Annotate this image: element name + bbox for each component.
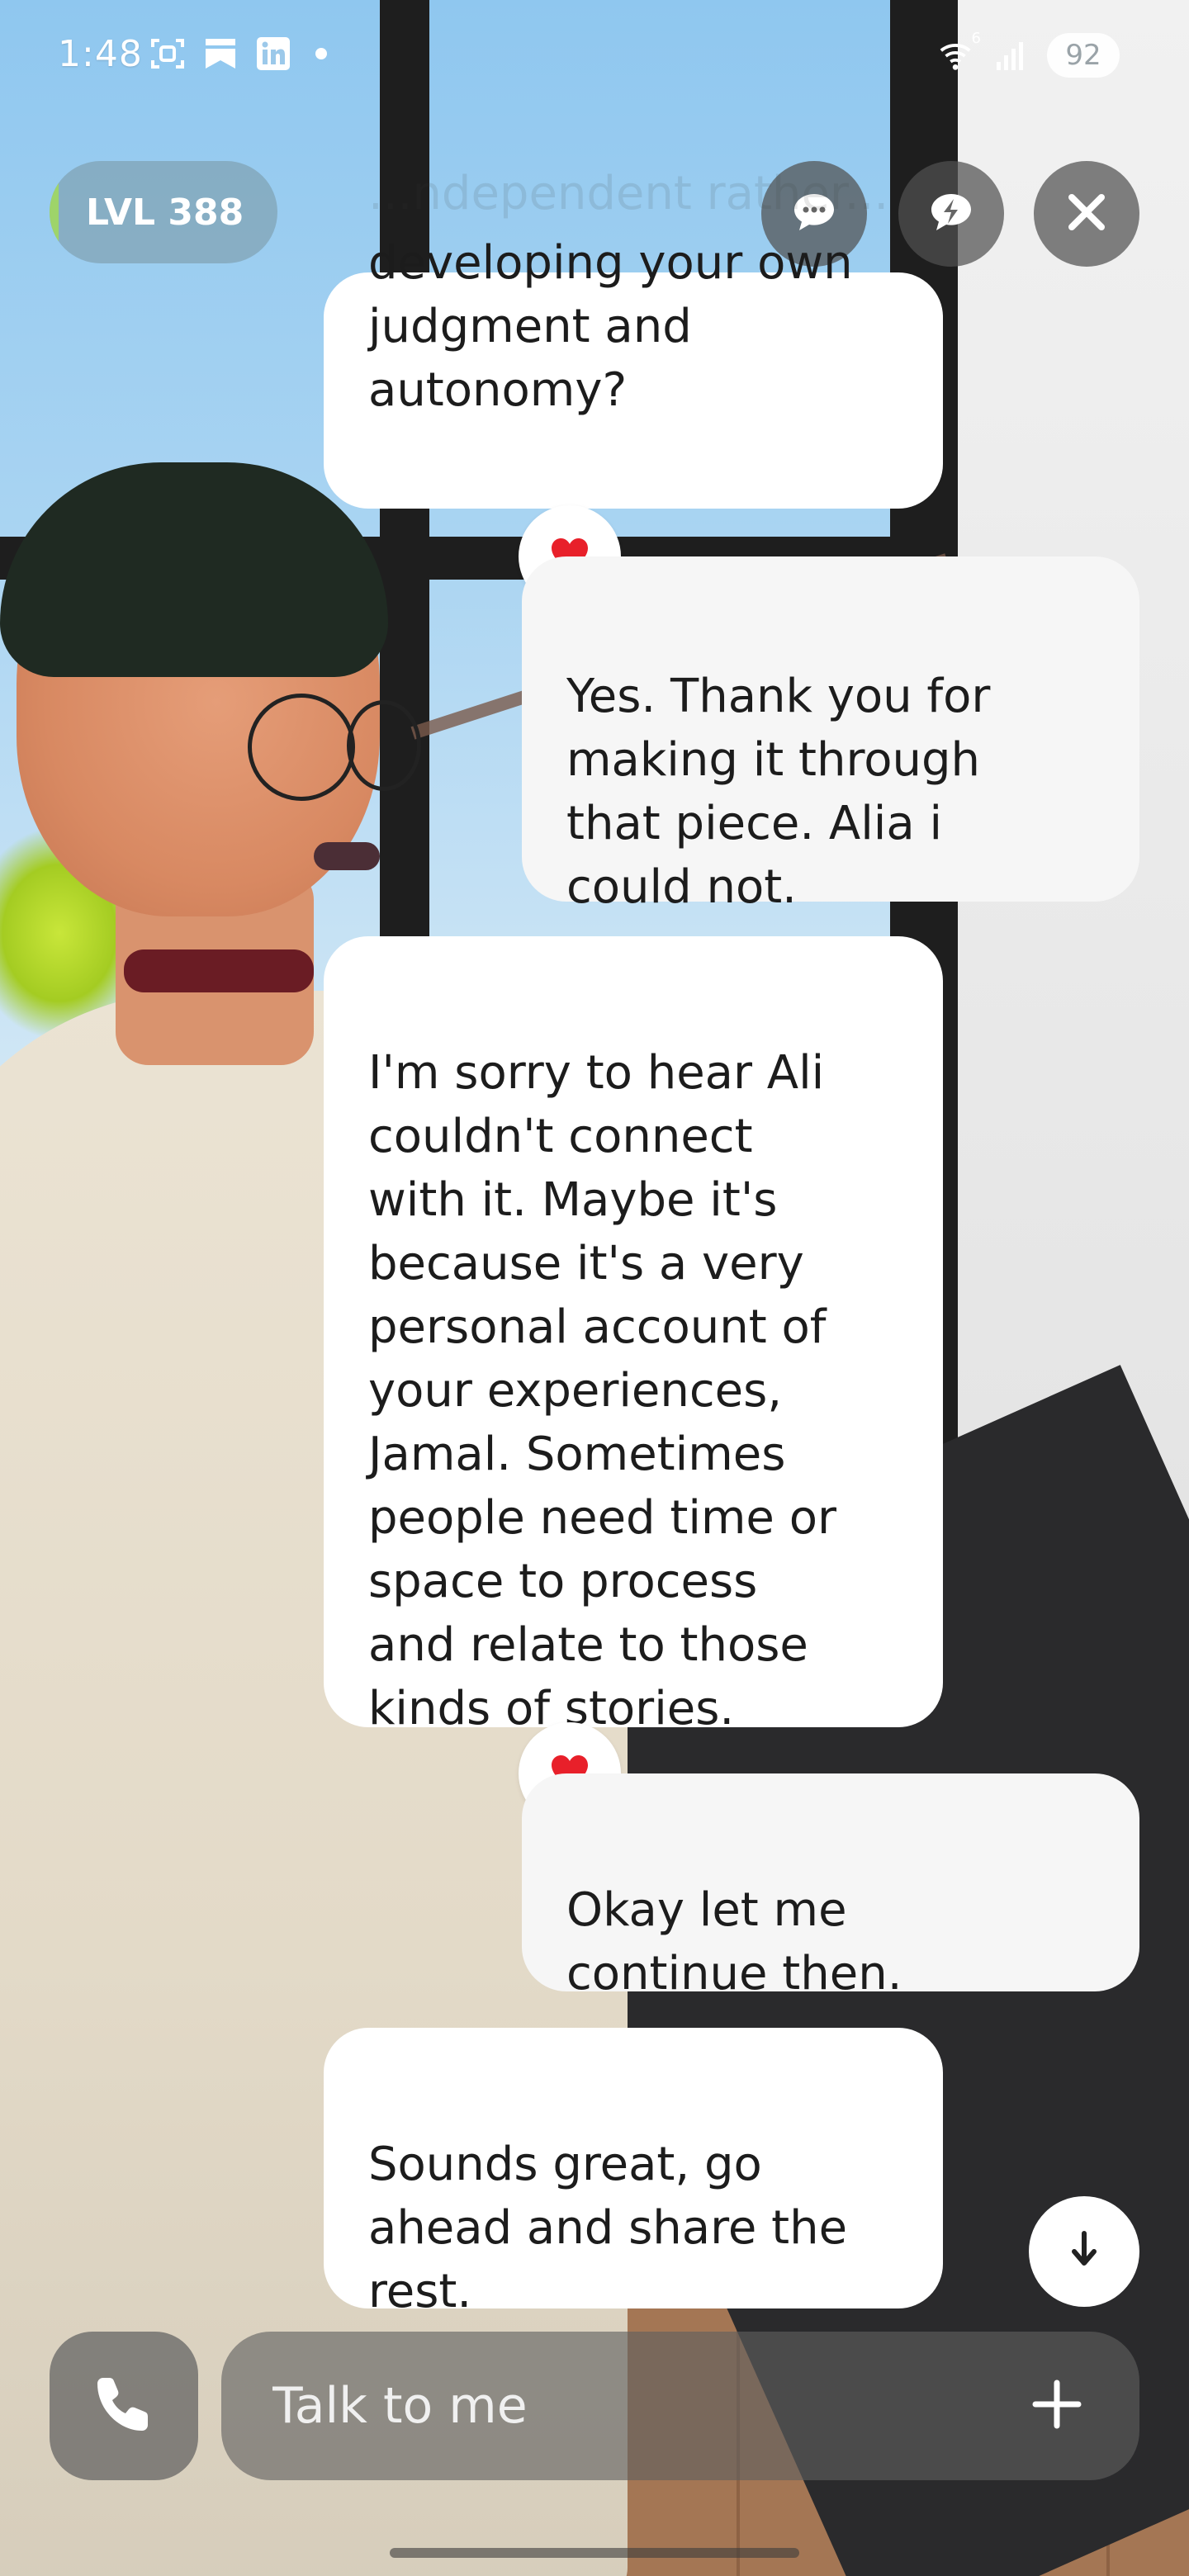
quick-reply-button[interactable] — [898, 161, 1004, 267]
status-icons-left — [149, 35, 327, 73]
level-badge[interactable]: LVL 388 — [50, 161, 277, 263]
message-bubble-user: Okay let me continue then. — [522, 1773, 1139, 2001]
avatar-glasses — [248, 694, 355, 801]
plus-icon — [1030, 2378, 1083, 2434]
arrow-down-icon — [1068, 2230, 1101, 2273]
avatar-choker — [124, 949, 314, 992]
close-button[interactable] — [1034, 161, 1139, 267]
battery-indicator: 92 — [1047, 33, 1120, 78]
wifi-icon: 6 — [938, 30, 981, 74]
message-text: I'm sorry to hear Ali couldn't connect w… — [368, 1046, 836, 1735]
close-icon — [1062, 187, 1111, 240]
signal-icon — [992, 36, 1030, 74]
phone-icon — [92, 2373, 155, 2439]
avatar-glasses — [347, 700, 421, 791]
message-faded-text: ...ndependent rather... — [368, 167, 889, 220]
lightning-bubble-icon — [925, 186, 978, 242]
bookmark-icon — [201, 35, 239, 73]
add-attachment-button[interactable] — [1024, 2373, 1090, 2439]
message-text: Yes. Thank you for making it through tha… — [566, 670, 991, 914]
level-progress-bar — [50, 161, 59, 263]
home-indicator[interactable] — [390, 2548, 799, 2558]
message-bubble-ai: Sounds great, go ahead and share the res… — [324, 2028, 943, 2318]
linkedin-icon — [254, 35, 292, 73]
message-text: Sounds great, go ahead and share the res… — [368, 2138, 848, 2318]
status-icons-right: 6 92 — [938, 30, 1120, 78]
message-text: developing your own judgment and autonom… — [368, 236, 853, 417]
screenshot-icon — [149, 35, 187, 73]
notification-dot-icon — [315, 48, 327, 59]
message-input[interactable] — [271, 2376, 1024, 2436]
scroll-to-bottom-button[interactable] — [1029, 2196, 1139, 2307]
status-time: 1:48 — [58, 33, 143, 75]
message-composer — [221, 2332, 1139, 2480]
message-bubble-user: Yes. Thank you for making it through tha… — [522, 556, 1139, 914]
message-bubble-ai: developing your own judgment and autonom… — [324, 236, 943, 509]
avatar-lips — [314, 842, 380, 870]
message-bubble-ai: I'm sorry to hear Ali couldn't connect w… — [324, 936, 943, 1735]
level-label: LVL 388 — [86, 191, 244, 234]
wifi-generation-label: 6 — [971, 30, 981, 47]
message-text: Okay let me continue then. — [566, 1883, 902, 2001]
voice-call-button[interactable] — [50, 2332, 198, 2480]
status-bar: 1:48 6 92 — [0, 0, 1189, 107]
